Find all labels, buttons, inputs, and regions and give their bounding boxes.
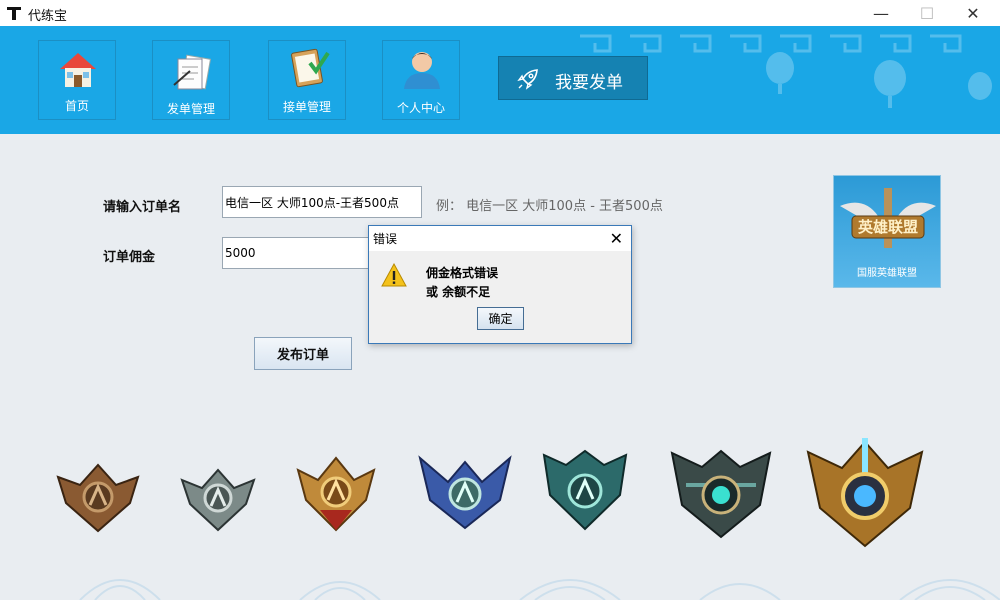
platinum-emblem-icon bbox=[418, 455, 512, 530]
nav-home-label: 首页 bbox=[64, 99, 89, 113]
publish-order-label: 我要发单 bbox=[555, 73, 623, 93]
nav-accept-management-label: 接单管理 bbox=[282, 100, 331, 114]
order-name-hint: 例： 电信一区 大师100点 - 王者500点 bbox=[436, 199, 663, 214]
maximize-icon: ☐ bbox=[919, 3, 935, 23]
challenger-emblem-icon bbox=[806, 438, 924, 548]
window-title: 代练宝 bbox=[28, 9, 68, 24]
master-emblem-icon bbox=[670, 449, 772, 539]
dialog-close-icon[interactable]: ✕ bbox=[610, 229, 623, 248]
nav-personal-center-label: 个人中心 bbox=[396, 101, 445, 115]
commission-input[interactable]: 5000 bbox=[222, 237, 372, 269]
lol-logo-lettering: 英雄联盟 bbox=[858, 218, 918, 236]
nav-personal-center[interactable]: 个人中心 bbox=[382, 40, 460, 120]
rocket-icon bbox=[517, 69, 538, 90]
dialog-message-line1: 佣金格式错误 bbox=[426, 266, 499, 280]
submit-order-button[interactable]: 发布订单 bbox=[254, 337, 352, 370]
error-dialog: 错误 ✕ 佣金格式错误 或 余额不足 确定 bbox=[368, 225, 632, 344]
dialog-message-line2: 或 余额不足 bbox=[426, 285, 491, 299]
nav-home[interactable]: 首页 bbox=[38, 40, 116, 120]
minimize-icon: — bbox=[873, 3, 889, 23]
header-bar: 首页 发单管理 接单管理 个人中心 我要发单 bbox=[0, 26, 1000, 134]
minimize-button[interactable]: — bbox=[858, 0, 904, 26]
nav-accept-management[interactable]: 接单管理 bbox=[268, 40, 346, 120]
dialog-title-bar: 错误 ✕ bbox=[369, 226, 631, 251]
bottom-swirl-decoration bbox=[79, 579, 1000, 600]
clipboard-check-icon bbox=[291, 48, 330, 88]
documents-icon bbox=[173, 54, 212, 90]
dialog-ok-button[interactable]: 确定 bbox=[477, 307, 524, 330]
close-icon: ✕ bbox=[966, 3, 980, 23]
nav-order-management-label: 发单管理 bbox=[166, 102, 215, 116]
lol-logo-word: 英雄联盟 bbox=[858, 218, 918, 236]
commission-label: 订单佣金 bbox=[103, 250, 156, 265]
maximize-button[interactable]: ☐ bbox=[904, 0, 950, 26]
dialog-title: 错误 bbox=[373, 232, 398, 246]
lol-logo-caption: 国服英雄联盟 bbox=[857, 268, 917, 279]
gold-emblem-icon bbox=[296, 456, 376, 532]
bronze-emblem-icon bbox=[56, 463, 140, 533]
nav-order-management[interactable]: 发单管理 bbox=[152, 40, 230, 120]
silver-emblem-icon bbox=[180, 468, 256, 532]
warning-icon bbox=[381, 263, 407, 287]
user-icon bbox=[404, 52, 440, 89]
diamond-emblem-icon bbox=[542, 449, 628, 531]
lol-logo: 英雄联盟 国服英雄联盟 bbox=[833, 175, 941, 288]
publish-order-button[interactable]: 我要发单 bbox=[498, 56, 648, 100]
title-bar: 代练宝 — ☐ ✕ bbox=[0, 0, 1000, 27]
close-button[interactable]: ✕ bbox=[950, 0, 996, 26]
order-name-label: 请输入订单名 bbox=[103, 200, 182, 215]
home-icon bbox=[60, 53, 96, 87]
order-name-input[interactable]: 电信一区 大师100点-王者500点 bbox=[222, 186, 422, 218]
app-logo-icon bbox=[7, 7, 21, 20]
